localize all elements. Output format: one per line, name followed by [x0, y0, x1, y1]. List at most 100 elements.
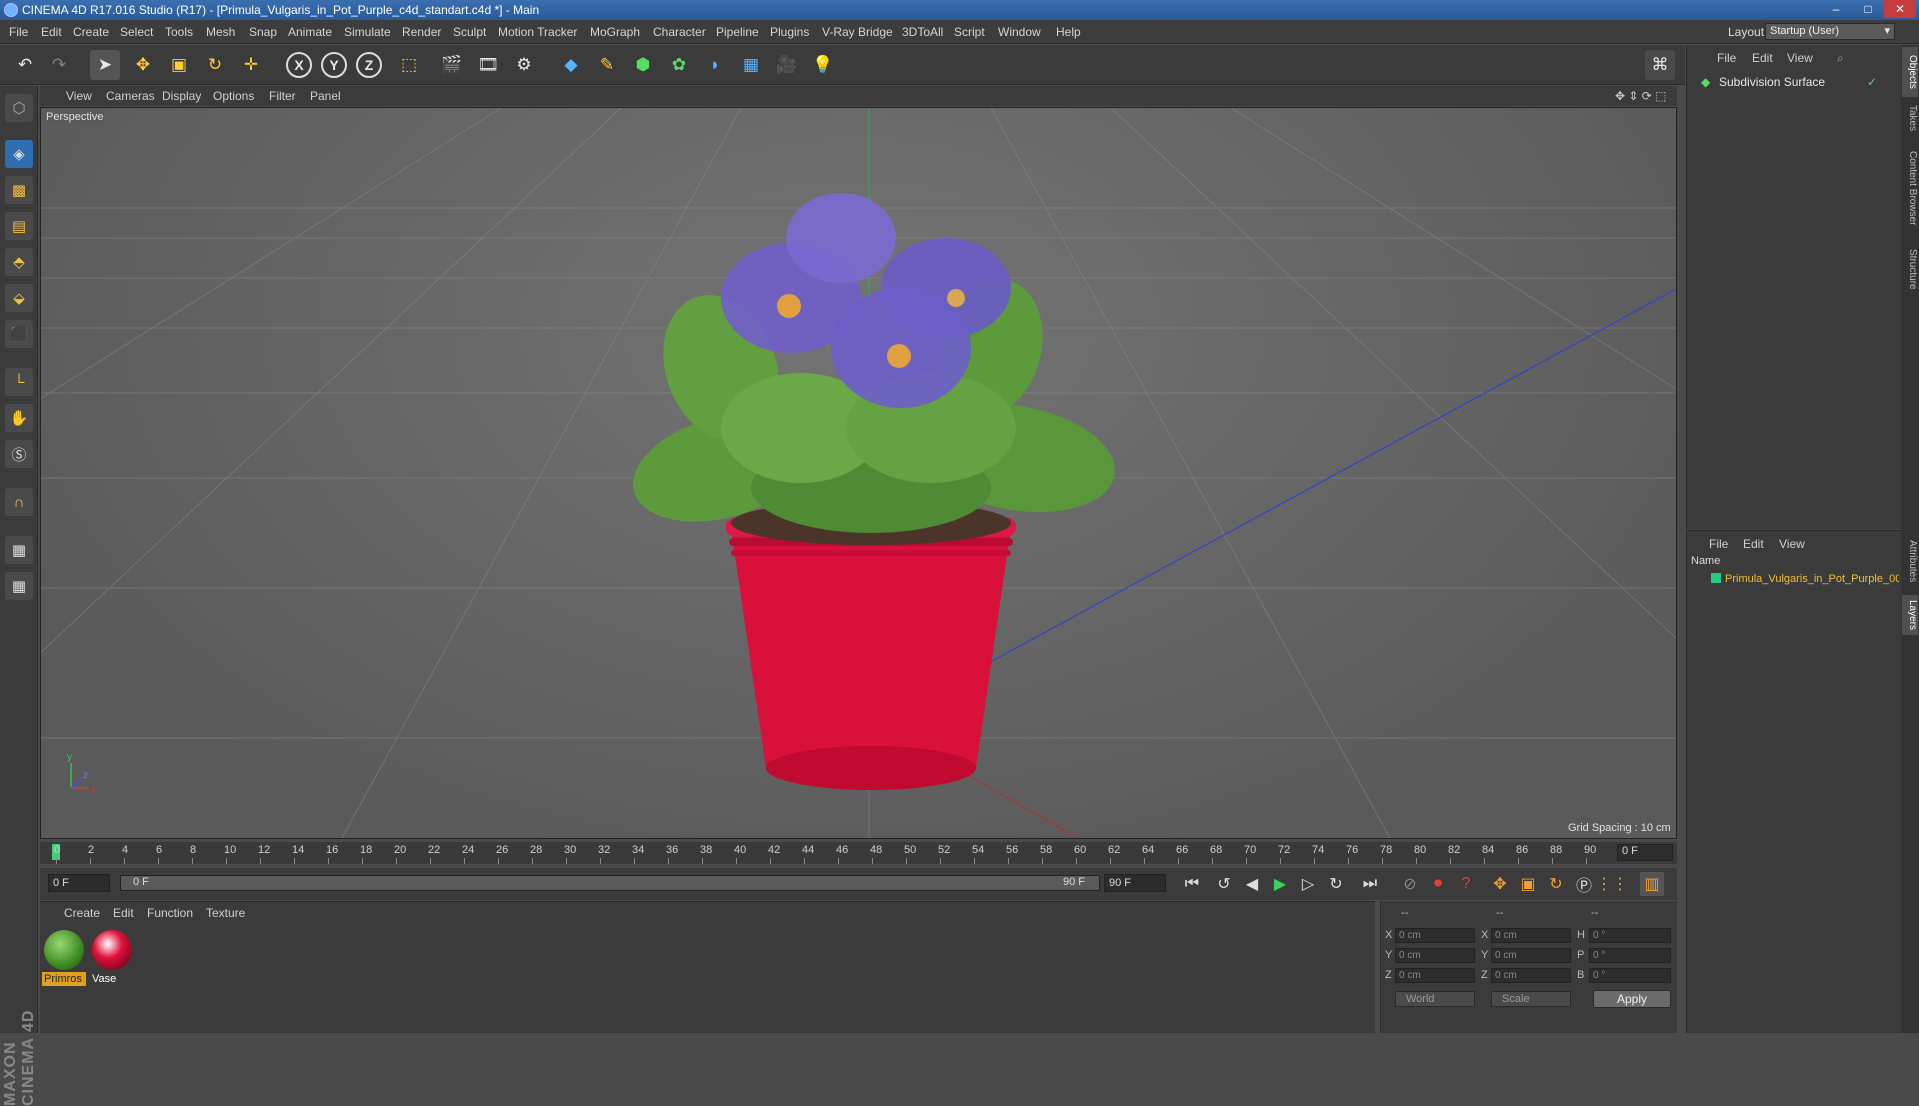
menu-tools[interactable]: Tools: [165, 25, 193, 39]
objects-menu-view[interactable]: View: [1787, 51, 1813, 65]
menu-simulate[interactable]: Simulate: [344, 25, 391, 39]
tab-structure[interactable]: Structure: [1902, 241, 1918, 297]
menu-motion-tracker[interactable]: Motion Tracker: [498, 25, 577, 39]
python-icon[interactable]: ⌘: [1645, 50, 1675, 80]
coords-size-z-field[interactable]: 0 cm: [1491, 968, 1571, 983]
magnet-icon[interactable]: ∩: [5, 488, 33, 516]
key-parameter-icon[interactable]: Ⓟ: [1572, 872, 1596, 896]
current-frame-field[interactable]: 0 F: [1617, 844, 1673, 861]
menu-3dtoall[interactable]: 3DToAll: [902, 25, 943, 39]
points-mode-icon[interactable]: ⬘: [5, 248, 33, 276]
object-row[interactable]: ◆ Subdivision Surface ✓: [1687, 73, 1899, 91]
start-frame-field[interactable]: 0 F: [48, 874, 110, 892]
polygons-mode-icon[interactable]: ⬛: [5, 320, 33, 348]
timeline-ruler[interactable]: 0 2 4 6 8 10 12 14 16 18 20 22 24 26 28 30 32 34 36 38 40 42 4…: [40, 842, 1677, 864]
menu-edit[interactable]: Edit: [41, 25, 62, 39]
menu-script[interactable]: Script: [954, 25, 985, 39]
viewport-menu-options[interactable]: Options: [213, 89, 254, 103]
close-button[interactable]: ✕: [1884, 0, 1916, 18]
spline-pen-icon[interactable]: ✎: [592, 50, 622, 80]
menu-render[interactable]: Render: [402, 25, 441, 39]
tweak-mode-icon[interactable]: ✋: [5, 404, 33, 432]
render-view-icon[interactable]: 🎬: [437, 50, 467, 80]
viewport-menu-display[interactable]: Display: [162, 89, 201, 103]
menu-sculpt[interactable]: Sculpt: [453, 25, 486, 39]
layers-menu-view[interactable]: View: [1779, 537, 1805, 551]
workplane-grid-icon[interactable]: ▦: [5, 572, 33, 600]
play-icon[interactable]: ▶: [1268, 872, 1292, 896]
menu-animate[interactable]: Animate: [288, 25, 332, 39]
3d-viewport[interactable]: y x z: [40, 107, 1677, 839]
minimize-button[interactable]: –: [1820, 0, 1852, 18]
edges-mode-icon[interactable]: ⬙: [5, 284, 33, 312]
snap-icon[interactable]: Ⓢ: [5, 440, 33, 468]
workplane-mode-icon[interactable]: ▤: [5, 212, 33, 240]
render-settings-icon[interactable]: ⚙: [509, 50, 539, 80]
rotate-icon[interactable]: ↻: [200, 50, 230, 80]
menu-snap[interactable]: Snap: [249, 25, 277, 39]
menu-window[interactable]: Window: [998, 25, 1041, 39]
coords-rot-b-field[interactable]: 0 °: [1589, 968, 1671, 983]
objects-menu-edit[interactable]: Edit: [1752, 51, 1773, 65]
objects-menu-file[interactable]: File: [1717, 51, 1736, 65]
key-position-icon[interactable]: ✥: [1488, 872, 1512, 896]
axis-y-lock-icon[interactable]: Y: [321, 52, 347, 78]
menu-plugins[interactable]: Plugins: [770, 25, 809, 39]
axis-mode-icon[interactable]: └: [5, 368, 33, 396]
coords-size-x-field[interactable]: 0 cm: [1491, 928, 1571, 943]
floor-scene-icon[interactable]: ▦: [736, 50, 766, 80]
objects-search-icon[interactable]: ⌕: [1837, 51, 1844, 66]
tab-attributes[interactable]: Attributes: [1902, 531, 1918, 591]
render-picture-viewer-icon[interactable]: 🎞: [473, 50, 503, 80]
coordinate-system-icon[interactable]: ⬚: [394, 50, 424, 80]
layout-select[interactable]: Startup (User) ▾: [1765, 23, 1895, 40]
go-to-end-icon[interactable]: ⏭: [1358, 872, 1382, 896]
viewport-menu-view[interactable]: View: [66, 89, 92, 103]
tab-layers[interactable]: Layers: [1902, 595, 1918, 635]
end-frame-field[interactable]: 90 F: [1104, 874, 1166, 892]
scale-icon[interactable]: ▣: [164, 50, 194, 80]
layer-row[interactable]: Primula_Vulgaris_in_Pot_Purple_00: [1691, 573, 1899, 589]
tab-objects[interactable]: Objects: [1902, 47, 1918, 97]
material-menu-function[interactable]: Function: [147, 906, 193, 920]
tab-takes[interactable]: Takes: [1902, 101, 1918, 135]
menu-select[interactable]: Select: [120, 25, 153, 39]
light-icon[interactable]: 💡: [808, 50, 838, 80]
layers-menu-edit[interactable]: Edit: [1743, 537, 1764, 551]
workplane-lock-icon[interactable]: ▦: [5, 536, 33, 564]
cube-primitive-icon[interactable]: ◆: [556, 50, 586, 80]
make-editable-icon[interactable]: ⬡: [5, 94, 33, 122]
subdivision-surface-icon[interactable]: ⬢: [628, 50, 658, 80]
apply-button[interactable]: Apply: [1593, 990, 1671, 1008]
deformer-icon[interactable]: ◗: [700, 50, 730, 80]
transform-icon[interactable]: ✛: [236, 50, 266, 80]
camera-icon[interactable]: 🎥: [772, 50, 802, 80]
tab-content-browser[interactable]: Content Browser: [1902, 139, 1918, 237]
timeline-window-icon[interactable]: ▥: [1640, 872, 1664, 896]
next-keyframe-icon[interactable]: ↻: [1324, 872, 1348, 896]
menu-create[interactable]: Create: [73, 25, 109, 39]
mograph-cloner-icon[interactable]: ✿: [664, 50, 694, 80]
menu-pipeline[interactable]: Pipeline: [716, 25, 759, 39]
size-mode-dropdown[interactable]: Scale: [1491, 991, 1571, 1007]
key-scale-icon[interactable]: ▣: [1516, 872, 1540, 896]
previous-frame-icon[interactable]: ◀: [1240, 872, 1264, 896]
coordinate-mode-dropdown[interactable]: World: [1395, 991, 1475, 1007]
viewport-navigation-icons[interactable]: ✥ ⇕ ⟳ ⬚: [1615, 89, 1667, 103]
keyframe-selection-icon[interactable]: ?: [1454, 872, 1478, 896]
key-rotation-icon[interactable]: ↻: [1544, 872, 1568, 896]
viewport-menu-panel[interactable]: Panel: [310, 89, 341, 103]
menu-vray-bridge[interactable]: V-Ray Bridge: [822, 25, 893, 39]
axis-x-lock-icon[interactable]: X: [286, 52, 312, 78]
coords-size-y-field[interactable]: 0 cm: [1491, 948, 1571, 963]
material-vase[interactable]: Vase: [90, 928, 134, 985]
record-keys-icon[interactable]: ⊘: [1398, 872, 1422, 896]
menu-help[interactable]: Help: [1056, 25, 1081, 39]
material-menu-create[interactable]: Create: [64, 906, 100, 920]
coords-rot-p-field[interactable]: 0 °: [1589, 948, 1671, 963]
key-pla-icon[interactable]: ⋮⋮: [1596, 872, 1628, 896]
select-cursor-icon[interactable]: ➤: [90, 50, 120, 80]
coords-pos-y-field[interactable]: 0 cm: [1395, 948, 1475, 963]
material-menu-edit[interactable]: Edit: [113, 906, 134, 920]
redo-icon[interactable]: ↷: [44, 50, 74, 80]
